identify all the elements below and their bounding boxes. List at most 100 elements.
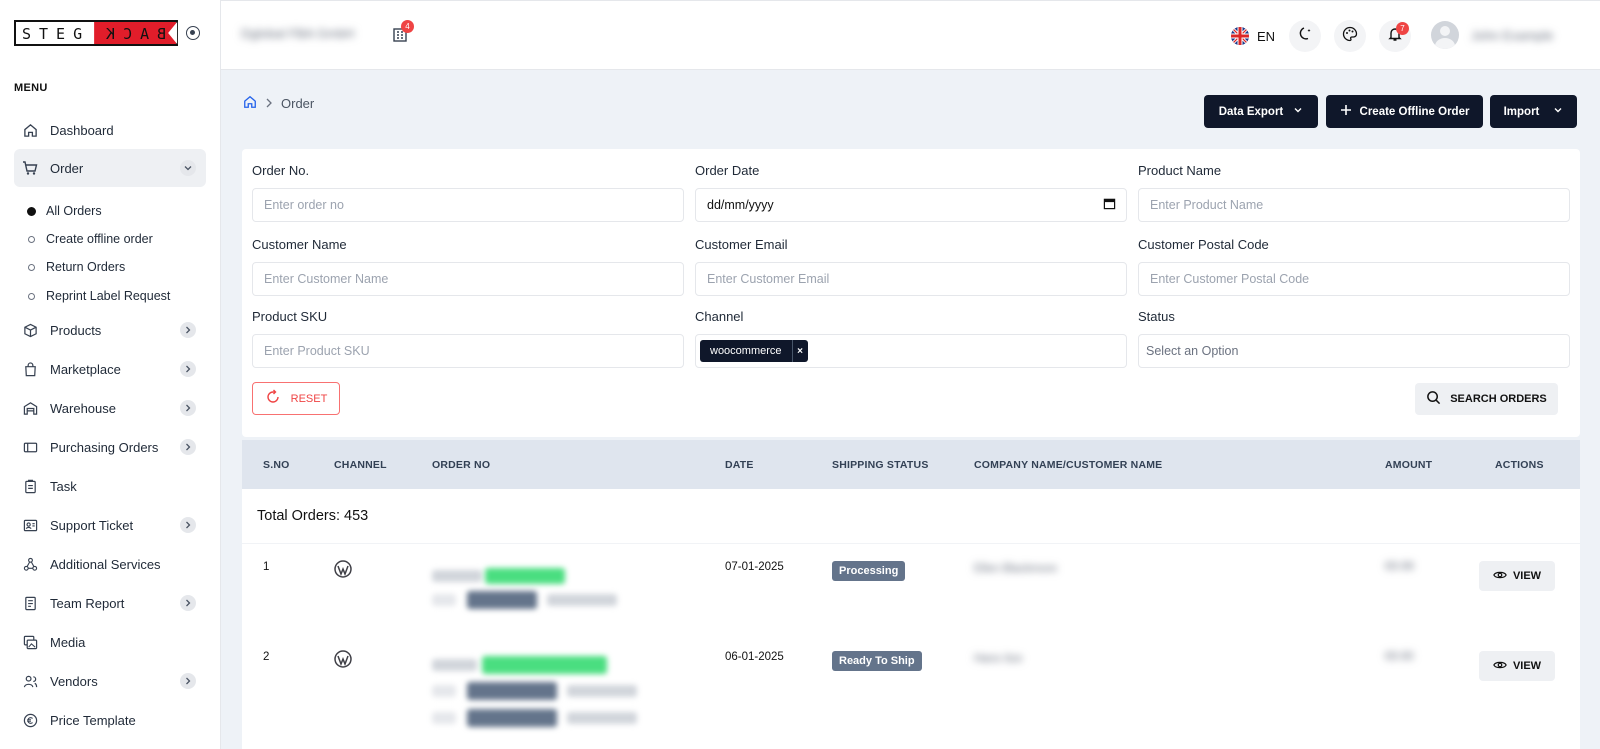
user-name[interactable]: John Example: [1471, 28, 1553, 43]
topbar: Dglobal FBA GmbH 4 EN 7 John Example: [221, 0, 1600, 70]
channel-select[interactable]: woocommerce ×: [695, 334, 1127, 368]
sidebar-subitem-return-orders[interactable]: Return Orders: [28, 260, 125, 274]
product-name-input[interactable]: Enter Product Name: [1138, 188, 1570, 222]
row-amount: €9.90: [1385, 651, 1414, 663]
customer-postal-label: Customer Postal Code: [1138, 237, 1269, 252]
status-badge: Ready To Ship: [832, 651, 922, 671]
chevron-right-icon: [180, 595, 196, 611]
row-divider: [242, 543, 1580, 544]
avatar[interactable]: [1431, 21, 1459, 49]
product-sku-input[interactable]: Enter Product SKU: [252, 334, 684, 368]
chevron-right-icon: [180, 322, 196, 338]
bag-icon: [22, 361, 38, 377]
search-orders-button[interactable]: SEARCH ORDERS: [1415, 383, 1558, 415]
search-orders-label: SEARCH ORDERS: [1450, 393, 1547, 405]
sidebar-item-products[interactable]: Products: [14, 311, 206, 349]
language-label: EN: [1257, 28, 1276, 44]
home-icon[interactable]: [243, 95, 257, 112]
chevron-right-icon: [180, 361, 196, 377]
sidebar-toggle-icon[interactable]: [186, 26, 201, 40]
customer-email-input[interactable]: Enter Customer Email: [695, 262, 1127, 296]
sidebar-item-vendors[interactable]: Vendors: [14, 662, 206, 700]
view-button[interactable]: VIEW: [1479, 651, 1555, 681]
logo-text-right: BACK: [94, 22, 177, 44]
notifications-button[interactable]: 7: [1379, 20, 1411, 52]
price-icon: [22, 712, 38, 728]
sidebar-item-label: Purchasing Orders: [50, 439, 159, 455]
sidebar-item-label: Products: [50, 322, 102, 338]
import-button[interactable]: Import: [1490, 95, 1577, 128]
reset-button[interactable]: RESET: [252, 382, 340, 415]
sidebar-item-purchasing-orders[interactable]: Purchasing Orders: [14, 428, 206, 466]
sidebar: STEG BACK MENU Dashboard Order All Order…: [0, 0, 221, 749]
column-header-date: DATE: [725, 459, 754, 471]
sidebar-item-dashboard[interactable]: Dashboard: [14, 111, 206, 149]
company-name[interactable]: Dglobal FBA GmbH: [241, 26, 354, 41]
order-date-label: Order Date: [695, 163, 760, 178]
card-icon: [22, 439, 38, 455]
close-icon[interactable]: ×: [791, 340, 808, 362]
product-sku-label: Product SKU: [252, 309, 328, 324]
sidebar-item-price-template[interactable]: Price Template: [14, 701, 206, 739]
status-select[interactable]: Select an Option: [1138, 334, 1570, 368]
status-badge: Processing: [832, 561, 906, 581]
eye-icon: [1493, 568, 1507, 585]
sidebar-item-team-report[interactable]: Team Report: [14, 584, 206, 622]
wordpress-icon: [334, 560, 352, 581]
sidebar-item-task[interactable]: Task: [14, 467, 206, 505]
language-selector[interactable]: EN: [1231, 27, 1275, 45]
logo-mark: STEG BACK: [14, 20, 179, 46]
sidebar-item-warehouse[interactable]: Warehouse: [14, 389, 206, 427]
data-export-button[interactable]: Data Export: [1204, 95, 1318, 128]
row-sno: 1: [263, 561, 270, 573]
view-button[interactable]: VIEW: [1479, 561, 1555, 591]
row-date: 07-01-2025: [725, 561, 784, 573]
channel-chip: woocommerce ×: [700, 340, 808, 362]
order-date-input[interactable]: dd/mm/yyyy: [695, 188, 1127, 222]
moon-icon: [1297, 26, 1313, 47]
sidebar-item-order[interactable]: Order: [14, 149, 206, 187]
plus-icon: [1340, 104, 1352, 119]
customer-postal-input[interactable]: Enter Customer Postal Code: [1138, 262, 1570, 296]
chevron-right-icon: [180, 673, 196, 689]
sidebar-subitem-all-orders[interactable]: All Orders: [27, 204, 102, 218]
view-label: VIEW: [1512, 570, 1542, 582]
sidebar-item-label: Additional Services: [50, 556, 161, 572]
total-orders: Total Orders: 453: [257, 508, 369, 524]
column-header-actions: ACTIONS: [1495, 459, 1544, 471]
breadcrumb-current: Order: [281, 96, 315, 111]
dark-mode-button[interactable]: [1289, 20, 1321, 52]
chevron-right-icon: [180, 400, 196, 416]
row-customer: Hans Itze: [974, 653, 1023, 665]
create-offline-order-button[interactable]: Create Offline Order: [1326, 95, 1483, 128]
building-icon[interactable]: 4: [392, 20, 414, 48]
sidebar-item-support-ticket[interactable]: Support Ticket: [14, 506, 206, 544]
report-icon: [22, 595, 38, 611]
sidebar-subitem-create-offline-order[interactable]: Create offline order: [28, 232, 153, 246]
sidebar-item-marketplace[interactable]: Marketplace: [14, 350, 206, 388]
breadcrumb-separator-icon: [265, 96, 273, 111]
row-sno: 2: [263, 651, 270, 663]
sidebar-item-label: Order: [50, 160, 84, 176]
sidebar-subitem-reprint-label[interactable]: Reprint Label Request: [28, 289, 170, 303]
row-customer: Ellen Blackmore: [974, 563, 1058, 575]
column-header-channel: CHANNEL: [334, 459, 387, 471]
order-no-input[interactable]: Enter order no: [252, 188, 684, 222]
chevron-right-icon: [180, 439, 196, 455]
sidebar-item-label: Support Ticket: [50, 517, 134, 533]
row-amount: €9.99: [1385, 561, 1414, 573]
logo-text-left: STEG: [16, 22, 95, 44]
sidebar-item-media[interactable]: Media: [14, 623, 206, 661]
customer-name-input[interactable]: Enter Customer Name: [252, 262, 684, 296]
dot-icon: [28, 292, 35, 300]
sidebar-item-label: Media: [50, 634, 86, 650]
create-offline-order-label: Create Offline Order: [1359, 105, 1470, 118]
sidebar-item-label: Price Template: [50, 712, 136, 728]
calendar-icon[interactable]: [1103, 197, 1116, 213]
column-header-sno: S.NO: [263, 459, 290, 471]
theme-button[interactable]: [1334, 20, 1366, 52]
column-header-customer: COMPANY NAME/CUSTOMER NAME: [974, 459, 1163, 471]
brand-logo[interactable]: STEG BACK: [14, 20, 201, 46]
sidebar-item-additional-services[interactable]: Additional Services: [14, 545, 206, 583]
chevron-down-icon: [1553, 105, 1563, 118]
